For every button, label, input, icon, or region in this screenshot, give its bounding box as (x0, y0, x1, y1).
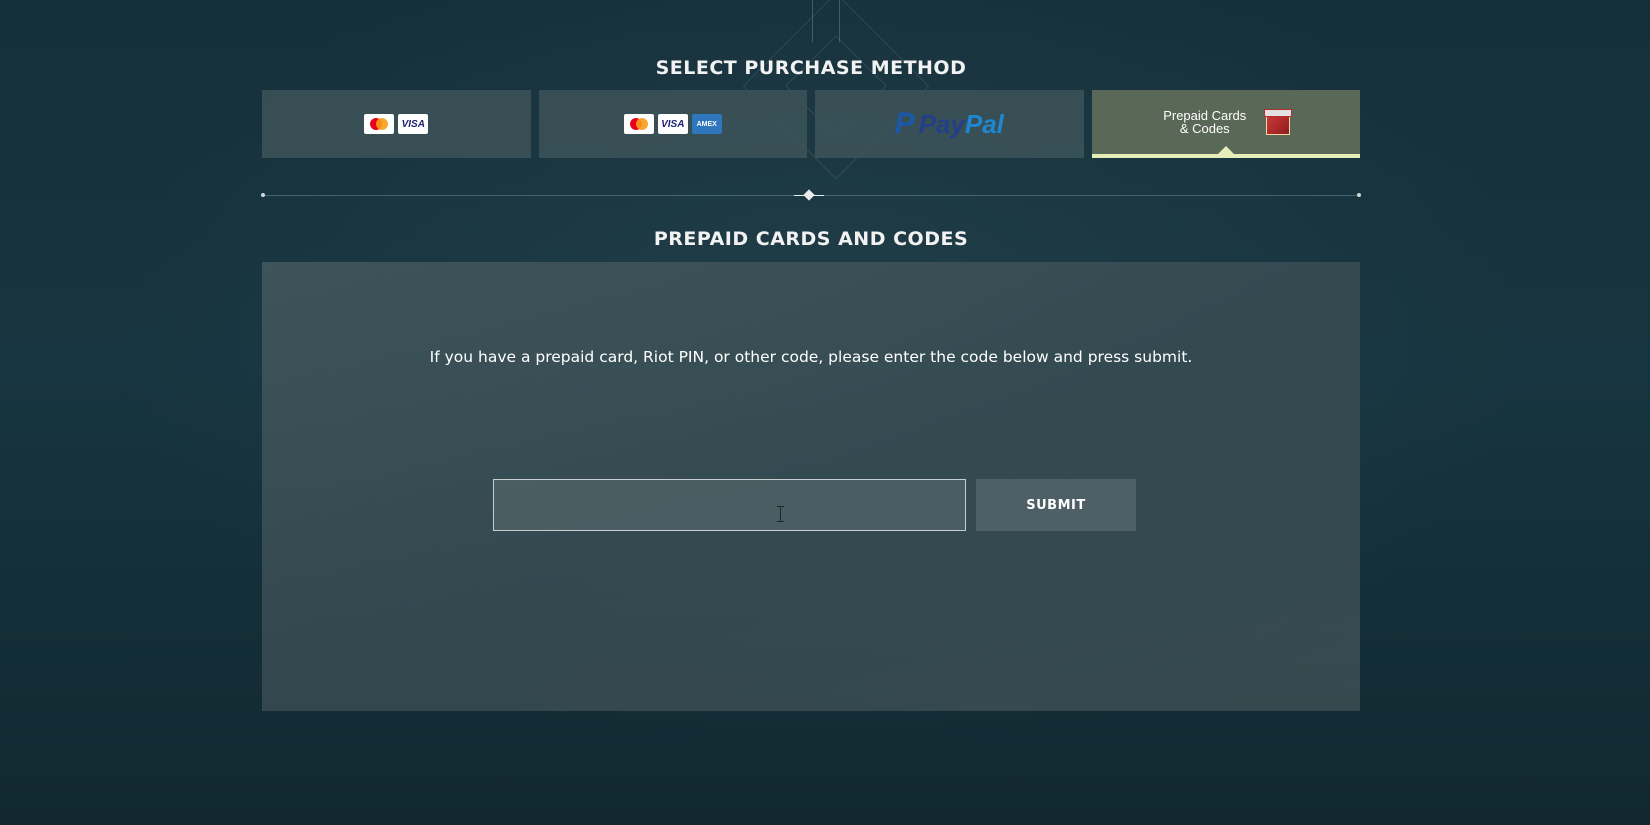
prepaid-instructions: If you have a prepaid card, Riot PIN, or… (429, 348, 1193, 366)
amex-text: AMEX (696, 120, 717, 128)
tab-credit-cards[interactable]: VISA (262, 90, 531, 158)
paypal-p-icon: P (894, 107, 915, 140)
section-divider (261, 189, 1361, 201)
gift-card-icon (1263, 107, 1292, 137)
visa-icon: VISA (657, 114, 688, 134)
active-tab-caret-icon (1217, 146, 1234, 154)
text-cursor-icon (776, 506, 784, 522)
mastercard-icon (623, 114, 654, 134)
tab-prepaid-cards[interactable]: Prepaid Cards & Codes (1091, 90, 1360, 158)
payment-method-tabs: VISA VISA AMEX P PayPal Prepaid Cards & … (262, 90, 1360, 158)
divider-diamond-icon (803, 189, 815, 201)
divider-dot-left (261, 193, 265, 197)
divider-dot-right (1357, 193, 1361, 197)
prepaid-code-panel: If you have a prepaid card, Riot PIN, or… (262, 262, 1360, 711)
prepaid-section-title: PREPAID CARDS AND CODES (653, 228, 969, 250)
paypal-pal-text: Pal (964, 109, 1004, 139)
paypal-logo: P PayPal (895, 109, 1004, 139)
code-input[interactable] (493, 479, 966, 531)
paypal-wordmark: PayPal (919, 111, 1004, 137)
tab-paypal[interactable]: P PayPal (815, 90, 1084, 158)
paypal-pay-text: Pay (918, 109, 965, 139)
visa-text: VISA (661, 118, 685, 130)
tab-credit-cards-amex[interactable]: VISA AMEX (538, 90, 807, 158)
visa-text: VISA (401, 118, 425, 130)
mastercard-icon (364, 114, 395, 134)
submit-button[interactable]: SUBMIT (976, 479, 1136, 531)
visa-icon: VISA (398, 114, 429, 134)
prepaid-tab-label: Prepaid Cards & Codes (1163, 108, 1247, 136)
amex-icon: AMEX (691, 114, 722, 134)
select-purchase-method-title: SELECT PURCHASE METHOD (655, 57, 967, 79)
background-emblem (812, 0, 840, 42)
